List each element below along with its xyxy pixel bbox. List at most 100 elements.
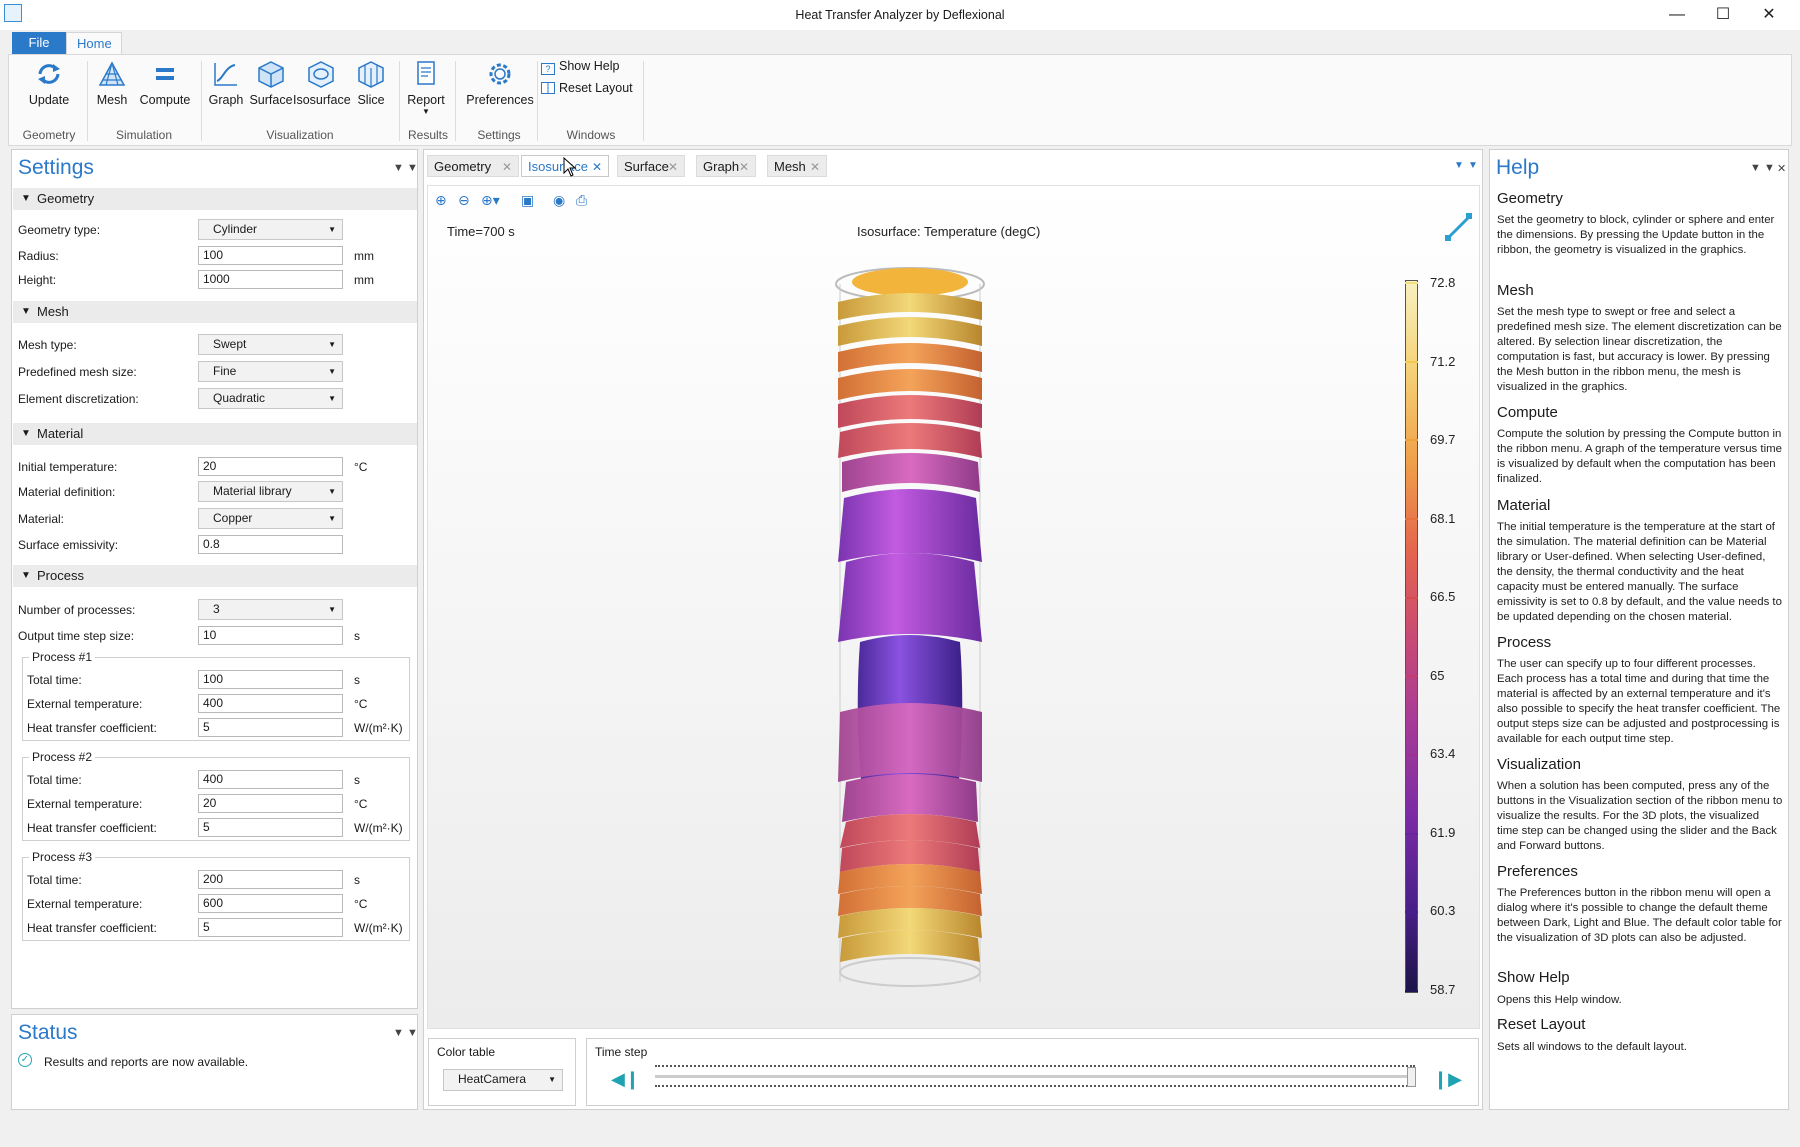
- mesh-type-select[interactable]: Swept ▼: [198, 334, 343, 355]
- legend-tick: [1405, 518, 1418, 520]
- tab-geometry[interactable]: Geometry ✕: [427, 155, 519, 177]
- help-heading-show-help: Show Help: [1497, 969, 1570, 986]
- color-table-label: Color table: [437, 1045, 496, 1059]
- process-2-total-time-input[interactable]: 400: [198, 770, 343, 789]
- equals-icon: [156, 68, 174, 80]
- isosurface-button[interactable]: Isosurface: [293, 59, 351, 107]
- tab-mesh[interactable]: Mesh ✕: [767, 155, 827, 177]
- close-icon[interactable]: ✕: [810, 156, 820, 178]
- graph-icon: [214, 63, 237, 86]
- pin-icon[interactable]: ▼: [407, 1027, 418, 1039]
- heat-transfer-coefficient-label: Heat transfer coefficient:: [27, 821, 157, 835]
- material-definition-select[interactable]: Material library ▼: [198, 481, 343, 502]
- number-of-processes-select[interactable]: 3 ▼: [198, 599, 343, 620]
- maximize-button[interactable]: ☐: [1700, 2, 1746, 28]
- process-2-external-temperature-input[interactable]: 20: [198, 794, 343, 813]
- zoom-extents-icon[interactable]: ▣: [521, 192, 534, 209]
- step-back-button[interactable]: ◀❙: [611, 1069, 640, 1090]
- help-text-mesh: Set the mesh type to swept or free and s…: [1497, 306, 1782, 393]
- number-of-processes-value: 3: [213, 602, 220, 616]
- close-icon[interactable]: ✕: [592, 156, 602, 178]
- legend-label: 65: [1430, 668, 1445, 683]
- tab-home[interactable]: Home: [66, 32, 122, 54]
- time-step-label: Time step: [595, 1045, 648, 1059]
- close-icon[interactable]: ✕: [668, 156, 678, 178]
- tab-file[interactable]: File: [12, 32, 66, 54]
- legend-label: 60.3: [1430, 903, 1456, 918]
- close-icon[interactable]: ✕: [502, 156, 512, 178]
- help-text-show-help: Opens this Help window.: [1497, 994, 1622, 1006]
- geometry-type-select[interactable]: Cylinder ▼: [198, 219, 343, 240]
- color-table-select[interactable]: HeatCamera ▼: [443, 1069, 563, 1091]
- slice-label: Slice: [357, 93, 385, 107]
- chevron-down-icon: ▼: [328, 367, 336, 376]
- process-1-htc-input[interactable]: 5: [198, 718, 343, 737]
- tab-menu-icon[interactable]: ▼: [1454, 160, 1464, 171]
- camera-icon[interactable]: ◉: [553, 192, 565, 209]
- legend-tick: [1405, 990, 1418, 992]
- panel-menu-icon[interactable]: ▼: [393, 162, 404, 174]
- tab-graph[interactable]: Graph ✕: [696, 155, 756, 177]
- process-3-htc-input[interactable]: 5: [198, 918, 343, 937]
- panel-menu-icon[interactable]: ▼: [1750, 162, 1761, 174]
- slice-button[interactable]: Slice: [351, 59, 391, 107]
- close-window-button[interactable]: ✕: [1746, 2, 1792, 28]
- process-3-external-temperature-input[interactable]: 600: [198, 894, 343, 913]
- external-temperature-label: External temperature:: [27, 697, 143, 711]
- legend-label: 66.5: [1430, 589, 1456, 604]
- chevron-down-icon: ▼: [328, 487, 336, 496]
- process-1-total-time-input[interactable]: 100: [198, 670, 343, 689]
- process-2-htc-input[interactable]: 5: [198, 818, 343, 837]
- help-text-process: The user can specify up to four differen…: [1497, 658, 1781, 745]
- section-process[interactable]: ▼ Process: [13, 565, 417, 587]
- height-input[interactable]: 1000: [198, 270, 343, 289]
- process-1-external-temperature-input[interactable]: 400: [198, 694, 343, 713]
- process-3-total-time-input[interactable]: 200: [198, 870, 343, 889]
- mesh-button[interactable]: Mesh: [89, 59, 135, 107]
- graph-button[interactable]: Graph: [203, 59, 249, 107]
- minimize-button[interactable]: —: [1654, 2, 1700, 28]
- close-icon[interactable]: ✕: [739, 156, 749, 178]
- chevron-down-icon: ▼: [328, 225, 336, 234]
- material-definition-value: Material library: [213, 484, 292, 498]
- show-help-button[interactable]: ? Show Help: [541, 59, 619, 75]
- step-forward-button[interactable]: ❙▶: [1433, 1069, 1462, 1090]
- section-material[interactable]: ▼ Material: [13, 423, 417, 445]
- update-label: Update: [28, 93, 70, 107]
- pin-icon[interactable]: ▼: [1468, 160, 1478, 171]
- reset-layout-button[interactable]: Reset Layout: [541, 81, 633, 95]
- surface-button[interactable]: Surface: [249, 59, 293, 107]
- preferences-button[interactable]: Preferences: [459, 59, 541, 107]
- tab-surface[interactable]: Surface ✕: [617, 155, 685, 177]
- compute-button[interactable]: Compute: [135, 59, 195, 107]
- chevron-down-icon: ▼: [328, 605, 336, 614]
- surface-emissivity-input[interactable]: 0.8: [198, 535, 343, 554]
- initial-temperature-input[interactable]: 20: [198, 457, 343, 476]
- zoom-out-icon[interactable]: ⊖: [458, 192, 470, 209]
- close-icon[interactable]: ✕: [1777, 162, 1786, 175]
- pin-icon[interactable]: ▼: [1764, 162, 1775, 174]
- print-icon[interactable]: ⎙: [576, 192, 587, 209]
- mesh-size-select[interactable]: Fine ▼: [198, 361, 343, 382]
- radius-input[interactable]: 100: [198, 246, 343, 265]
- time-slider-track[interactable]: [655, 1075, 1415, 1078]
- group-label-geometry: Geometry: [22, 128, 76, 142]
- material-select[interactable]: Copper ▼: [198, 508, 343, 529]
- output-time-step-input[interactable]: 10: [198, 626, 343, 645]
- tab-isosurface-label: Isosurface: [528, 159, 588, 174]
- isosurface-label: Isosurface: [293, 93, 351, 107]
- zoom-box-icon[interactable]: ⊕▾: [481, 192, 500, 209]
- section-mesh[interactable]: ▼ Mesh: [13, 301, 417, 323]
- zoom-in-icon[interactable]: ⊕: [435, 192, 447, 209]
- panel-menu-icon[interactable]: ▼: [393, 1027, 404, 1039]
- report-button[interactable]: Report ▼: [403, 59, 449, 116]
- pin-icon[interactable]: ▼: [407, 162, 418, 174]
- section-geometry[interactable]: ▼ Geometry: [13, 188, 417, 210]
- mesh-size-value: Fine: [213, 364, 237, 378]
- tab-mesh-label: Mesh: [774, 159, 806, 174]
- time-slider-thumb[interactable]: [1407, 1067, 1416, 1087]
- element-discretization-select[interactable]: Quadratic ▼: [198, 388, 343, 409]
- help-heading-process: Process: [1497, 634, 1552, 651]
- update-button[interactable]: Update: [21, 59, 77, 107]
- slider-ticks-bottom: [655, 1085, 1415, 1089]
